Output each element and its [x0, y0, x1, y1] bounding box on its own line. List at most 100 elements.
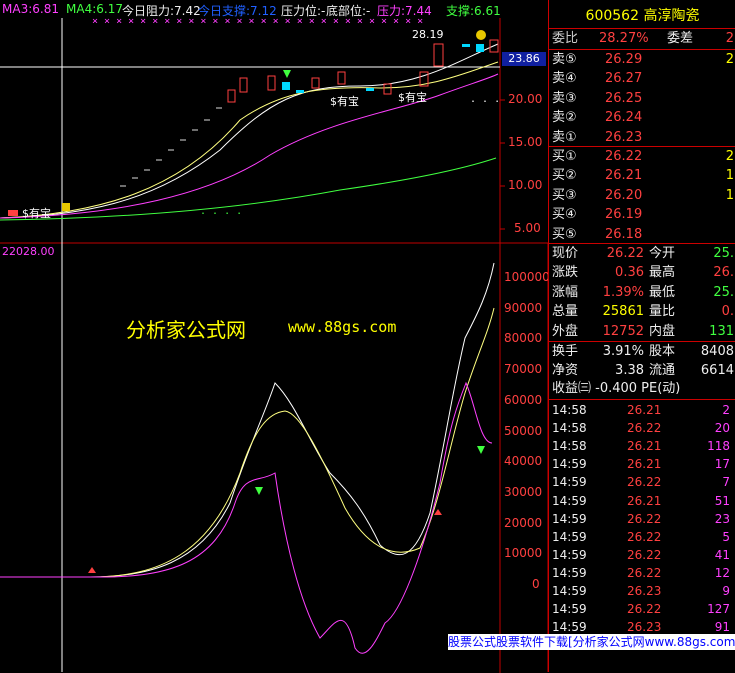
tick-volume: 127: [707, 602, 730, 617]
down-arrow-icon: [283, 70, 291, 78]
axis-label: 60000: [504, 392, 543, 407]
axis-label: 20000: [504, 515, 543, 530]
axis-label: 50000: [504, 423, 543, 438]
tick-time: 14:59: [552, 547, 587, 562]
stats2-value2: 8408: [700, 344, 734, 359]
ask-label: 卖④: [552, 71, 577, 87]
up-arrow-icon: [434, 509, 442, 515]
bid-price: 26.21: [605, 168, 643, 184]
tick-time: 14:59: [552, 565, 587, 580]
weibi-row: 委比 28.27% 委差 2: [552, 31, 734, 46]
down-arrow-icon: [477, 446, 485, 454]
bid-label: 买②: [552, 168, 577, 184]
quote-panel: 600562 高淳陶瓷 委比 28.27% 委差 2 卖⑤ 26.29 2 卖④ 26.…: [548, 0, 735, 672]
price-label-20: 20.00: [508, 92, 543, 106]
tick-row: 14:59 26.22 12: [549, 564, 735, 582]
axis-label: 80000: [504, 331, 543, 346]
tick-price: 26.22: [627, 421, 662, 436]
tick-row: 14:58 26.21 118: [549, 437, 735, 455]
stats-label2: 内盘: [649, 323, 676, 339]
axis-label: 70000: [504, 362, 543, 377]
svg-text:. . .: . . .: [470, 94, 500, 105]
stats2-value: 3.38: [615, 363, 644, 379]
price-label-10: 10.00: [508, 178, 543, 192]
tick-row: 14:59 26.22 41: [549, 546, 735, 564]
ask-price: 26.25: [605, 90, 643, 106]
bid-row: 买③ 26.20 1: [549, 187, 735, 205]
bid-volume: 1: [725, 168, 734, 184]
stats2-label2: 流通: [649, 363, 676, 379]
ask-label: 卖①: [552, 129, 577, 145]
bid-row: 买④ 26.19: [549, 206, 735, 224]
tick-volume: 118: [707, 439, 730, 454]
stats-value2: 131: [709, 323, 734, 339]
stats-row: 涨幅 1.39% 最低 25.: [549, 284, 735, 302]
stock-code-name: 600562 高淳陶瓷: [585, 8, 700, 24]
tick-price: 26.22: [627, 565, 662, 580]
tick-time: 14:59: [552, 511, 587, 526]
tick-time: 14:59: [552, 602, 587, 617]
stats-label2: 最高: [649, 265, 676, 281]
chart-area[interactable]: MA3:6.81 MA4:6.17 今日阻力:7.42 今日支撑:7.12 压力…: [0, 0, 550, 673]
ask-price: 26.24: [605, 110, 643, 126]
stats-value: 0.36: [615, 265, 644, 281]
tick-volume: 20: [714, 421, 730, 436]
top-marker-row: × × × × × × × × × × × × × × × × × × × × …: [92, 16, 423, 27]
tick-volume: 12: [714, 565, 730, 580]
ask-label: 卖⑤: [552, 52, 577, 67]
tick-price: 26.21: [627, 439, 662, 454]
bid-volume: 1: [725, 187, 734, 203]
bid-price: 26.22: [605, 149, 643, 164]
tick-row: 14:59 26.22 5: [549, 528, 735, 546]
stats2-label: 换手: [552, 344, 579, 359]
tick-price: 26.23: [627, 584, 662, 598]
stats-label: 现价: [552, 246, 579, 261]
watermark-cn: 分析家公式网: [126, 318, 246, 342]
bid-label: 买④: [552, 207, 577, 223]
footer-link[interactable]: 股票公式股票软件下载[分析家公式网www.88gs.com]: [448, 634, 735, 650]
tick-time: 14:59: [552, 584, 587, 598]
ask-volume: 2: [725, 52, 734, 67]
ask-row: 卖③ 26.25: [549, 90, 735, 108]
bid-row: 买⑤ 26.18: [549, 226, 735, 244]
tick-time: 14:58: [552, 403, 587, 417]
tick-volume: 41: [714, 547, 730, 562]
tick-volume: 17: [714, 457, 730, 472]
ask-row: 卖② 26.24: [549, 109, 735, 127]
ma-line-white: [0, 43, 499, 219]
tick-row: 14:59 26.21 17: [549, 455, 735, 473]
lower-line-white: [0, 262, 495, 578]
bid-row: 买② 26.21 1: [549, 167, 735, 185]
tick-row: 14:59 26.21 51: [549, 492, 735, 510]
stats2-value2: 6614: [700, 363, 734, 379]
tick-row: 14:58 26.22 20: [549, 419, 735, 437]
smiley-icon: [476, 30, 486, 40]
stats2-label: 净资: [552, 363, 579, 379]
tick-row: 14:58 26.21 2: [549, 401, 735, 419]
ask-label: 卖②: [552, 110, 577, 126]
stats-label2: 量比: [649, 304, 676, 320]
lower-line-magenta: [0, 381, 493, 654]
tick-volume: 7: [722, 475, 730, 490]
tick-time: 14:59: [552, 493, 587, 508]
stats-label: 外盘: [552, 323, 579, 339]
svg-text:× × × × × × × × × × × × × × ×: × × × × × × × × × × × × × × × × × × × × …: [92, 16, 423, 27]
bid-price: 26.20: [605, 187, 643, 203]
stats-row: 外盘 12752 内盘 131: [549, 323, 735, 341]
axis-label: 100000: [504, 270, 550, 284]
ask-row: 卖⑤ 26.29 2: [549, 51, 735, 69]
tick-volume: 2: [722, 403, 730, 417]
bid-volume: 2: [725, 149, 734, 164]
tick-volume: 23: [714, 511, 730, 526]
axis-label: 0: [532, 577, 540, 592]
tick-price: 26.22: [627, 547, 662, 562]
ask-price: 26.27: [605, 71, 643, 87]
axis-label: 30000: [504, 484, 543, 499]
ask-row: 卖④ 26.27: [549, 70, 735, 88]
tick-volume: 5: [722, 529, 730, 544]
current-price-tag: 23.86: [502, 52, 546, 66]
tick-row: 14:59 26.22 23: [549, 510, 735, 528]
bid-price: 26.19: [605, 207, 643, 223]
tick-time: 14:59: [552, 457, 587, 472]
stats-label: 总量: [552, 304, 579, 320]
